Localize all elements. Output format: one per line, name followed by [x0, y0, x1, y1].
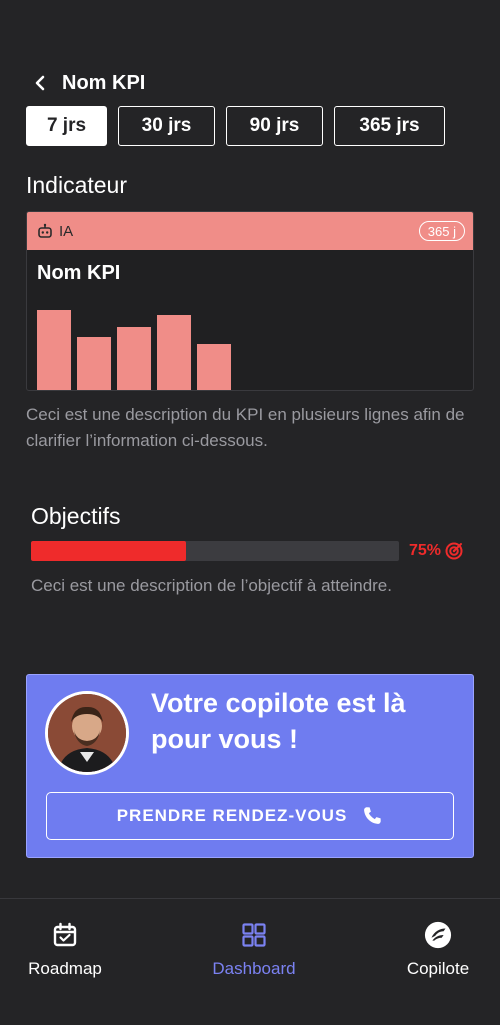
copilot-avatar: [45, 691, 129, 775]
kpi-bar-chart: [37, 300, 457, 390]
chart-bar: [77, 337, 111, 390]
header: Nom KPI: [32, 68, 145, 98]
nav-label-roadmap: Roadmap: [28, 959, 102, 978]
bottom-navigation: Roadmap Dashboard Copilote: [0, 898, 500, 1025]
chart-bar: [197, 344, 231, 390]
tab-365-days[interactable]: 365 jrs: [334, 106, 445, 146]
page-title: Nom KPI: [62, 71, 146, 94]
chart-bar: [37, 310, 71, 390]
dashboard-grid-icon: [242, 923, 266, 947]
objective-progress-bar: [31, 541, 399, 561]
book-appointment-label: PRENDRE RENDEZ-VOUS: [116, 806, 348, 825]
tab-7-days[interactable]: 7 jrs: [26, 106, 107, 146]
objective-percent: 75%: [409, 541, 464, 561]
objective-description: Ceci est une description de l’objectif à…: [31, 576, 392, 595]
copilot-title: Votre copilote est là pour vous !: [151, 688, 406, 754]
chart-bar: [157, 315, 191, 390]
nav-item-roadmap[interactable]: Roadmap: [22, 921, 108, 979]
tab-90-days[interactable]: 90 jrs: [226, 106, 323, 146]
nav-label-dashboard: Dashboard: [212, 959, 296, 978]
chart-bar: [117, 327, 151, 390]
kpi-name: Nom KPI: [37, 262, 121, 284]
tab-30-days[interactable]: 30 jrs: [118, 106, 215, 146]
period-tabs: 7 jrs 30 jrs 90 jrs 365 jrs: [26, 106, 445, 146]
target-icon: [445, 542, 463, 560]
period-badge: 365 j: [418, 221, 465, 241]
objective-progress-fill: [31, 541, 186, 561]
objectives-section-title: Objectifs: [31, 503, 121, 529]
kpi-card[interactable]: IA 365 j Nom KPI: [26, 211, 474, 391]
copilote-logo-icon: [424, 921, 452, 949]
back-button[interactable]: [32, 75, 48, 91]
copilot-card: Votre copilote est là pour vous ! PRENDR…: [26, 674, 474, 858]
ai-label: IA: [59, 222, 74, 240]
nav-label-copilote: Copilote: [406, 959, 470, 978]
kpi-description: Ceci est une description du KPI en plusi…: [26, 405, 465, 450]
robot-icon: [38, 223, 52, 238]
objective-percent-label: 75%: [409, 542, 442, 559]
indicator-section-title: Indicateur: [26, 172, 128, 198]
chevron-left-icon: [35, 75, 45, 91]
nav-item-dashboard[interactable]: Dashboard: [202, 921, 306, 979]
kpi-card-header: IA 365 j: [27, 212, 473, 250]
calendar-check-icon: [53, 922, 77, 947]
nav-item-copilote[interactable]: Copilote: [398, 921, 478, 979]
book-appointment-button[interactable]: PRENDRE RENDEZ-VOUS: [46, 792, 454, 840]
phone-icon: [364, 807, 382, 824]
